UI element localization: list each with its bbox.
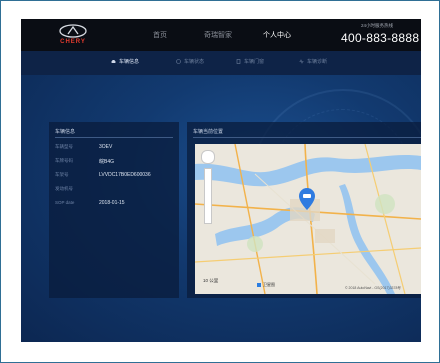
car-location-icon[interactable] — [299, 188, 315, 210]
tab-vehicle-doors[interactable]: 车辆门窗 — [236, 58, 264, 65]
map-scale: 10 公里 — [203, 278, 219, 283]
map-pan-control[interactable] — [201, 150, 215, 164]
map-zoom-slider[interactable] — [204, 168, 212, 224]
info-label: 发动机号 — [55, 186, 73, 191]
checkbox-icon — [257, 283, 261, 287]
nav-item-home[interactable]: 首页 — [153, 30, 167, 40]
info-label: 车架号 — [55, 172, 69, 177]
chery-logo-icon — [59, 24, 87, 38]
tab-label: 车辆信息 — [119, 59, 140, 65]
divider — [55, 137, 173, 138]
info-label: 车辆型号 — [55, 144, 73, 149]
tab-vehicle-diagnose[interactable]: 车辆诊断 — [299, 58, 327, 65]
logo-text: CHERY — [60, 39, 86, 45]
info-label: SOP date — [55, 200, 75, 205]
screenshot-frame: CHERY 首页 奇瑞智家 个人中心 24小时服务热线 400-883-8888… — [0, 0, 440, 363]
info-value: 2018-01-15 — [99, 200, 125, 206]
diagnose-icon — [299, 59, 304, 64]
header-bar: CHERY 首页 奇瑞智家 个人中心 24小时服务热线 400-883-8888 — [21, 19, 421, 51]
hotline-number: 400-883-8888 — [341, 31, 420, 45]
sub-navigation: 车辆信息 车辆状态 车辆门窗 车辆诊断 — [21, 51, 421, 76]
panel-title: 车辆信息 — [55, 129, 76, 135]
tab-vehicle-status[interactable]: 车辆状态 — [176, 58, 204, 65]
tab-label: 车辆诊断 — [307, 59, 328, 65]
map-tiles — [195, 144, 421, 294]
info-label: 车牌号码 — [55, 158, 73, 163]
nav-item-smart-home[interactable]: 奇瑞智家 — [204, 30, 232, 40]
divider — [193, 137, 421, 138]
door-icon — [236, 59, 241, 64]
map-copyright: © 2018 AutoNavi - GS(2017)3378号 — [345, 286, 401, 290]
tab-label: 车辆状态 — [184, 59, 205, 65]
app-window: CHERY 首页 奇瑞智家 个人中心 24小时服务热线 400-883-8888… — [21, 19, 421, 342]
tab-label: 车辆门窗 — [244, 59, 265, 65]
tab-vehicle-info[interactable]: 车辆信息 — [111, 58, 139, 65]
map-type-toggle[interactable]: 卫星图 — [257, 282, 275, 288]
vehicle-info-panel: 车辆信息 车辆型号 3OEV 车牌号码 皖B4G 车架号 LVVDC17B0ED… — [49, 122, 179, 298]
info-value: 3OEV — [99, 144, 113, 150]
info-value: 皖B4G — [99, 159, 115, 165]
status-icon — [176, 59, 181, 64]
chery-logo[interactable]: CHERY — [53, 24, 93, 48]
info-value: LVVDC17B0ED600036 — [99, 172, 151, 178]
nav-item-personal-center[interactable]: 个人中心 — [263, 30, 291, 40]
panel-title: 车辆当前位置 — [193, 129, 224, 135]
vehicle-location-panel: 车辆当前位置 10 公里 卫星图 © 2018 AutoNavi - GS(20… — [187, 122, 421, 298]
location-map[interactable]: 10 公里 卫星图 © 2018 AutoNavi - GS(2017)3378… — [195, 144, 421, 294]
map-type-label: 卫星图 — [263, 282, 275, 287]
hotline-label: 24小时服务热线 — [361, 23, 394, 28]
car-icon — [111, 60, 116, 63]
